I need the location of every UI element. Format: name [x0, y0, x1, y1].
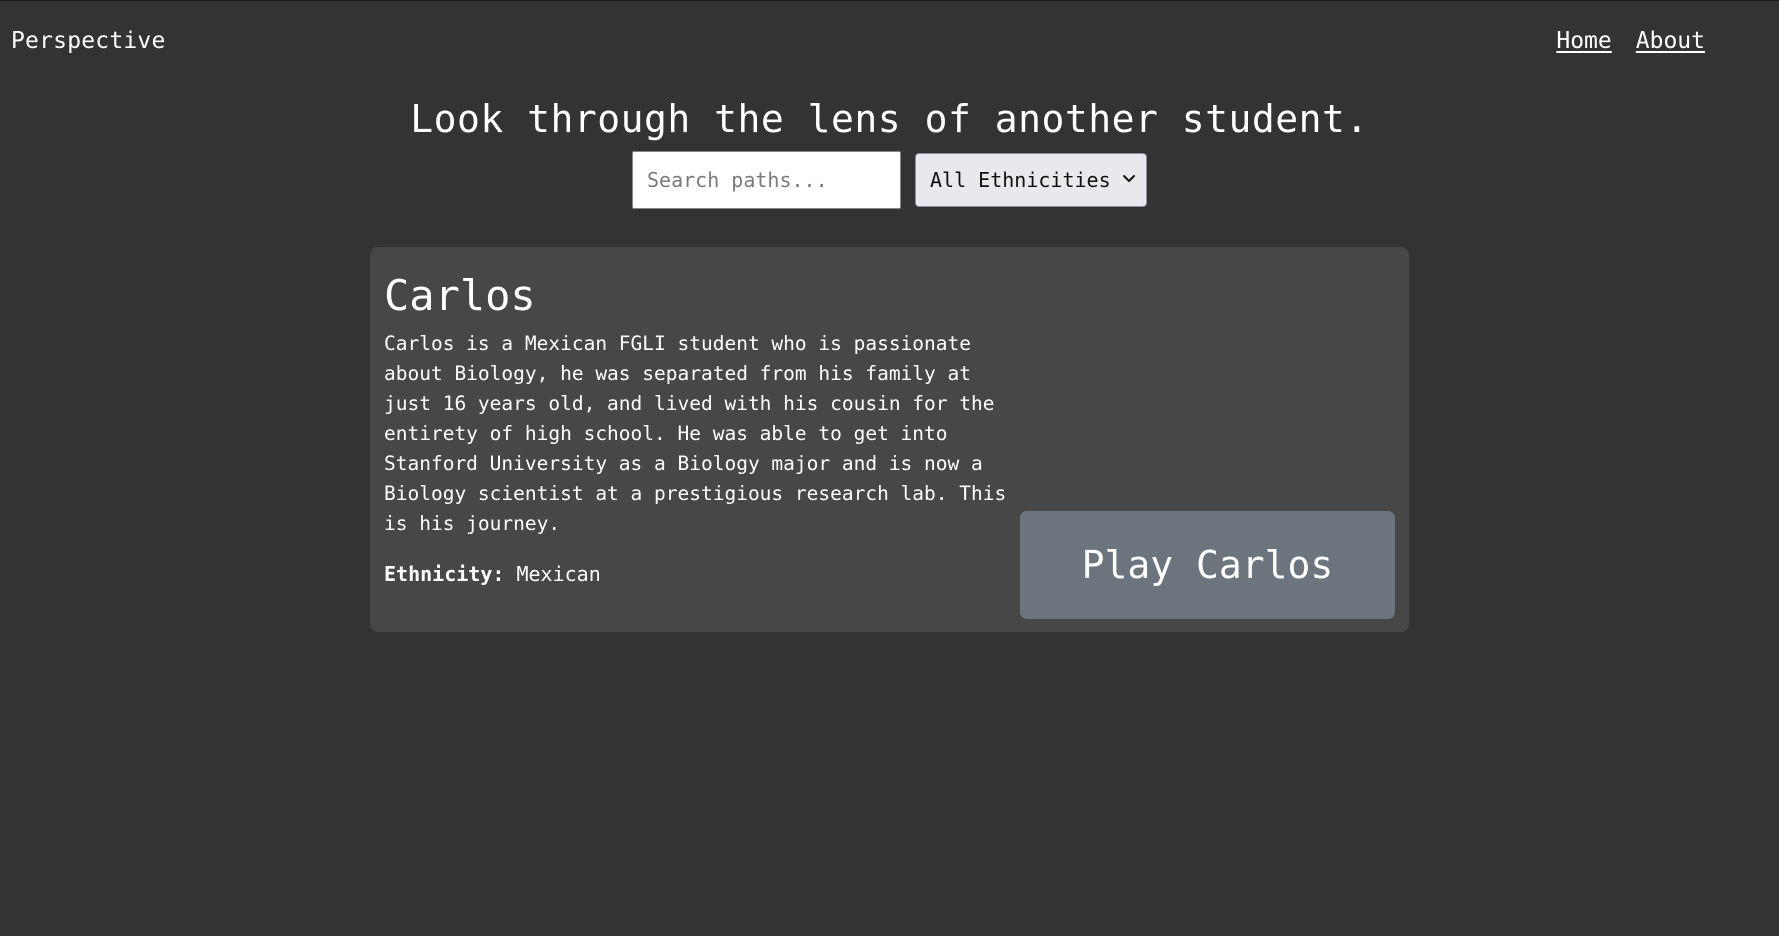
ethnicity-select[interactable]: All Ethnicities	[915, 153, 1147, 207]
nav-home-link[interactable]: Home	[1556, 28, 1611, 54]
ethnicity-select-wrapper: All Ethnicities	[915, 153, 1147, 207]
card-title: Carlos	[384, 271, 536, 320]
play-button[interactable]: Play Carlos	[1020, 511, 1395, 619]
search-input[interactable]	[632, 151, 901, 209]
page-title: Look through the lens of another student…	[410, 97, 1369, 141]
filter-controls: All Ethnicities	[0, 151, 1779, 209]
main-nav: Home About	[1556, 28, 1705, 54]
brand-logo-link[interactable]: Perspective	[11, 28, 166, 54]
card-description: Carlos is a Mexican FGLI student who is …	[384, 332, 1007, 535]
nav-about-link[interactable]: About	[1636, 28, 1705, 54]
card-ethnicity: Ethnicity: Mexican	[384, 562, 601, 586]
top-navbar: Perspective Home About	[0, 1, 1779, 87]
ethnicity-value: Mexican	[516, 562, 601, 586]
ethnicity-label: Ethnicity:	[384, 562, 505, 586]
path-card: Carlos Carlos is a Mexican FGLI student …	[370, 247, 1409, 632]
